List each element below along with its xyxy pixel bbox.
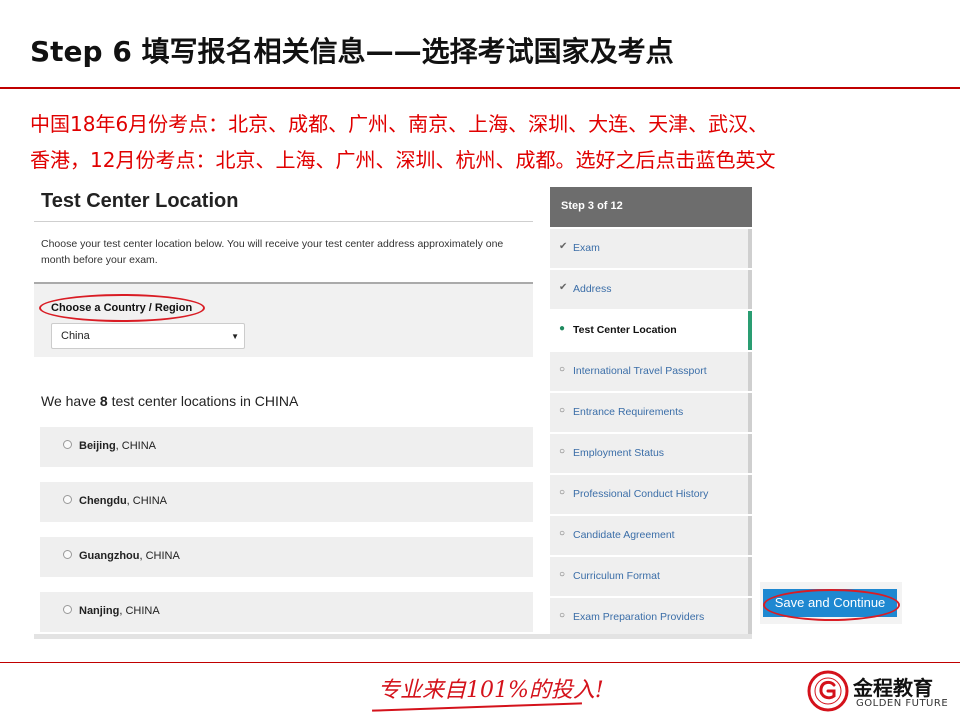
location-label: Guangzhou, CHINA bbox=[79, 550, 180, 562]
circle-icon: ○ bbox=[559, 610, 566, 621]
brand-name-en: GOLDEN FUTURE bbox=[856, 698, 949, 709]
step-item-candidate-agreement[interactable]: ○ Candidate Agreement bbox=[550, 516, 752, 555]
radio-button[interactable] bbox=[63, 495, 72, 504]
step-item-address[interactable]: ✔ Address bbox=[550, 270, 752, 309]
form-divider bbox=[34, 221, 533, 222]
step-item-international-travel-passport[interactable]: ○ International Travel Passport bbox=[550, 352, 752, 391]
circle-icon: ○ bbox=[559, 446, 566, 457]
step-label: Entrance Requirements bbox=[573, 406, 684, 418]
check-icon: ✔ bbox=[559, 241, 568, 252]
step-label: Professional Conduct History bbox=[573, 488, 709, 500]
step-progress-header: Step 3 of 12 bbox=[550, 187, 752, 227]
title-divider bbox=[0, 87, 960, 89]
radio-button[interactable] bbox=[63, 605, 72, 614]
step-label: International Travel Passport bbox=[573, 365, 707, 377]
step-label: Curriculum Format bbox=[573, 570, 660, 582]
radio-button[interactable] bbox=[63, 550, 72, 559]
brand-name-cn: 金程教育 bbox=[853, 676, 933, 700]
highlight-oval-country bbox=[39, 294, 205, 322]
location-label: Beijing, CHINA bbox=[79, 440, 157, 452]
count-prefix: We have bbox=[41, 393, 96, 409]
step-label: Candidate Agreement bbox=[573, 529, 675, 541]
form-intro-text: Choose your test center location below. … bbox=[41, 238, 504, 266]
circle-icon: ○ bbox=[559, 569, 566, 580]
step-item-employment-status[interactable]: ○ Employment Status bbox=[550, 434, 752, 473]
instruction-note-line-1: 中国18年6月份考点：北京、成都、广州、南京、上海、深圳、大连、天津、武汉、 bbox=[30, 112, 769, 136]
count-number: 8 bbox=[99, 393, 108, 409]
test-center-form: Test Center Location Choose your test ce… bbox=[34, 184, 534, 639]
circle-icon: ○ bbox=[559, 364, 566, 375]
slide-title: Step 6 填写报名相关信息——选择考试国家及考点 bbox=[30, 35, 674, 68]
location-label: Nanjing, CHINA bbox=[79, 605, 160, 617]
step-item-test-center-location[interactable]: ● Test Center Location bbox=[550, 311, 752, 350]
circle-icon: ○ bbox=[559, 528, 566, 539]
step-item-exam-preparation-providers[interactable]: ○ Exam Preparation Providers bbox=[550, 598, 752, 637]
step-item-curriculum-format[interactable]: ○ Curriculum Format bbox=[550, 557, 752, 596]
location-option-guangzhou[interactable]: Guangzhou, CHINA bbox=[40, 537, 533, 577]
step-label: Test Center Location bbox=[573, 324, 677, 336]
footer-slogan: 专业来自101%的投入! bbox=[378, 678, 604, 703]
footer-divider bbox=[0, 662, 960, 663]
location-option-beijing[interactable]: Beijing, CHINA bbox=[40, 427, 533, 467]
radio-button[interactable] bbox=[63, 440, 72, 449]
highlight-oval-save bbox=[763, 589, 900, 621]
chevron-down-icon: ▼ bbox=[231, 332, 239, 341]
step-sidebar: Step 3 of 12 ✔ Exam ✔ Address ● Test Cen… bbox=[550, 187, 752, 637]
step-label: Exam Preparation Providers bbox=[573, 611, 705, 623]
count-suffix: test center locations in CHINA bbox=[111, 393, 299, 409]
country-select-value: China bbox=[61, 330, 90, 342]
location-option-nanjing[interactable]: Nanjing, CHINA bbox=[40, 592, 533, 632]
step-item-professional-conduct-history[interactable]: ○ Professional Conduct History bbox=[550, 475, 752, 514]
circle-icon: ○ bbox=[559, 487, 566, 498]
check-icon: ✔ bbox=[559, 282, 568, 293]
step-item-exam[interactable]: ✔ Exam bbox=[550, 229, 752, 268]
form-title: Test Center Location bbox=[41, 190, 239, 212]
location-count-text: We have 8 test center locations in CHINA bbox=[41, 393, 298, 409]
screenshot-bottom-edge bbox=[34, 634, 752, 639]
country-select[interactable]: China ▼ bbox=[51, 323, 245, 349]
location-option-chengdu[interactable]: Chengdu, CHINA bbox=[40, 482, 533, 522]
step-label: Employment Status bbox=[573, 447, 665, 459]
brand-logo-icon bbox=[807, 670, 849, 712]
location-label: Chengdu, CHINA bbox=[79, 495, 168, 507]
instruction-note-line-2: 香港，12月份考点：北京、上海、广州、深圳、杭州、成都。选好之后点击蓝色英文 bbox=[30, 148, 776, 172]
step-label: Exam bbox=[573, 242, 600, 254]
embedded-screenshot: Test Center Location Choose your test ce… bbox=[34, 184, 902, 639]
current-dot-icon: ● bbox=[559, 323, 566, 334]
circle-icon: ○ bbox=[559, 405, 566, 416]
step-item-entrance-requirements[interactable]: ○ Entrance Requirements bbox=[550, 393, 752, 432]
step-label: Address bbox=[573, 283, 612, 295]
